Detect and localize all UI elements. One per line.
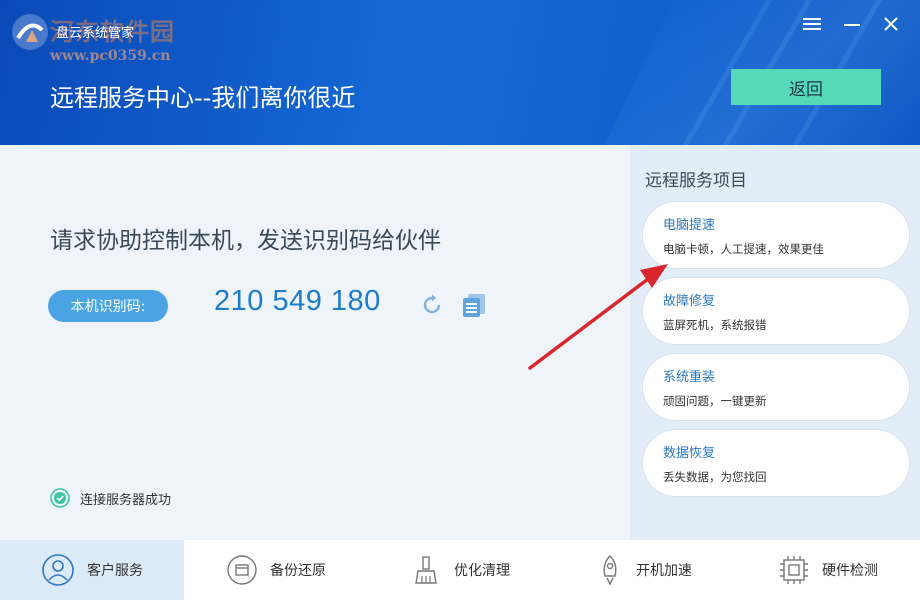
minimize-icon [844, 24, 860, 26]
service-card-repair[interactable]: 故障修复 蓝屏死机，系统报错 [642, 277, 910, 345]
id-code: 210 549 180 [214, 285, 381, 317]
title-bar: 河东软件园 www.pc0359.cn 盘云系统管家 远程服务中心--我们离你很… [0, 0, 920, 145]
tab-label: 硬件检测 [822, 563, 878, 579]
bottom-nav: 客户服务 备份还原 优化清理 开机加速 硬件检测 [0, 540, 920, 600]
tab-hardware-check[interactable]: 硬件检测 [736, 540, 920, 600]
tab-optimize-clean[interactable]: 优化清理 [368, 540, 552, 600]
copy-icon[interactable] [461, 292, 487, 318]
service-card-desc: 蓝屏死机，系统报错 [663, 318, 767, 332]
main-panel: 请求协助控制本机，发送识别码给伙伴 本机识别码: 210 549 180 连接服… [0, 145, 630, 540]
tab-label: 开机加速 [636, 563, 692, 579]
broom-icon [415, 556, 437, 584]
status-text: 连接服务器成功 [80, 492, 172, 508]
connection-status: 连接服务器成功 [50, 488, 171, 508]
back-button[interactable]: 返回 [731, 69, 881, 105]
check-circle-icon [50, 488, 70, 508]
tab-label: 备份还原 [270, 563, 326, 579]
minimize-button[interactable] [840, 12, 864, 36]
service-card-speedup[interactable]: 电脑提速 电脑卡顿，人工提速，效果更佳 [642, 201, 910, 269]
service-card-title: 数据恢复 [663, 446, 716, 461]
app-logo-icon [8, 10, 52, 54]
service-card-title: 系统重装 [663, 370, 716, 385]
chip-icon [780, 556, 808, 584]
close-icon [884, 17, 898, 31]
watermark-url: www.pc0359.cn [50, 48, 171, 64]
tab-label: 优化清理 [454, 563, 510, 579]
service-panel: 远程服务项目 电脑提速 电脑卡顿，人工提速，效果更佳 故障修复 蓝屏死机，系统报… [630, 145, 920, 540]
page-title: 远程服务中心--我们离你很近 [50, 84, 356, 112]
refresh-icon[interactable] [420, 293, 444, 317]
menu-icon [803, 18, 821, 30]
backup-icon [227, 555, 257, 585]
close-button[interactable] [879, 12, 903, 36]
tab-customer-service[interactable]: 客户服务 [0, 540, 184, 600]
service-card-recovery[interactable]: 数据恢复 丢失数据，为您找回 [642, 429, 910, 497]
user-icon [42, 554, 74, 586]
tab-boot-speedup[interactable]: 开机加速 [552, 540, 736, 600]
service-card-desc: 丢失数据，为您找回 [663, 470, 767, 484]
tab-backup-restore[interactable]: 备份还原 [184, 540, 368, 600]
service-card-desc: 电脑卡顿，人工提速，效果更佳 [663, 242, 824, 256]
assist-prompt: 请求协助控制本机，发送识别码给伙伴 [50, 228, 441, 254]
tab-label: 客户服务 [87, 563, 143, 579]
service-card-desc: 顽固问题，一键更新 [663, 394, 767, 408]
rocket-icon [603, 555, 617, 586]
service-card-reinstall[interactable]: 系统重装 顽固问题，一键更新 [642, 353, 910, 421]
menu-button[interactable] [800, 12, 824, 36]
id-label-badge: 本机识别码: [48, 290, 168, 322]
service-card-title: 电脑提速 [663, 218, 716, 233]
service-card-title: 故障修复 [663, 294, 716, 309]
service-panel-title: 远程服务项目 [645, 171, 747, 191]
app-title: 盘云系统管家 [56, 26, 135, 41]
